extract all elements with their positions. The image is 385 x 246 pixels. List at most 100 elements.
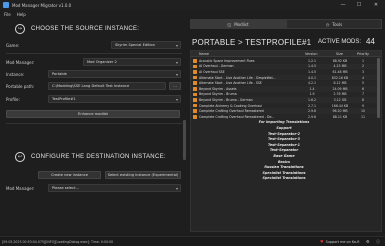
- mod-size: 6.12 MB: [333, 81, 347, 86]
- left-panel: ↪ CHOOSE THE SOURCE INSTANCE: Game: Skyr…: [3, 19, 183, 234]
- chevron-down-icon: ▾: [175, 43, 178, 48]
- dest-modmanager-label: Mod Manager:: [6, 185, 35, 191]
- info-icon[interactable]: ⓘ: [376, 239, 380, 245]
- tab-bar: ◱ Modlist ◷ Tools: [190, 19, 382, 29]
- profile-value: TestProfile#1: [52, 97, 76, 101]
- mod-version: 4.0.1: [307, 75, 317, 80]
- select-instance-label: Select existing instance (Experimental): [107, 173, 179, 177]
- dest-modmanager-placeholder: Please select...: [52, 186, 79, 190]
- menu-file[interactable]: File: [4, 12, 11, 17]
- create-instance-label: Create new instance: [51, 173, 88, 177]
- profile-select[interactable]: TestProfile#1 ▾: [48, 95, 181, 103]
- mod-enabled-checkbox[interactable]: [193, 103, 197, 108]
- mod-size: 88.92 KB: [332, 58, 348, 63]
- mod-version: 1.9: [309, 92, 315, 97]
- mod-priority: 1: [361, 58, 365, 63]
- minimize-button[interactable]: —: [337, 0, 349, 10]
- chevron-down-icon: ▾: [175, 186, 178, 191]
- game-select[interactable]: Skyrim Special Edition ▾: [111, 41, 181, 49]
- mod-enabled-checkbox[interactable]: [193, 59, 197, 63]
- right-panel: ◱ Modlist ◷ Tools PORTABLE > TESTPROFILE…: [190, 19, 382, 234]
- mod-enabled-checkbox[interactable]: [193, 92, 197, 97]
- select-instance-button[interactable]: Select existing instance (Experimental): [105, 171, 181, 179]
- mod-priority: 3: [361, 69, 365, 74]
- mod-size: 4.23 MB: [333, 64, 347, 69]
- mod-version: 2.7.1: [307, 103, 317, 108]
- mod-name: Beyond Skyrim - Bruma - German: [199, 97, 253, 102]
- gear-icon[interactable]: ⚙: [366, 239, 370, 244]
- mod-priority: 7: [361, 92, 365, 97]
- close-button[interactable]: ✕: [370, 0, 382, 10]
- mod-name: Complete Crafting Overhaul Remastered - …: [199, 114, 275, 119]
- mod-name: AI Overhaul SSE: [199, 69, 225, 74]
- left-scrollbar[interactable]: [183, 20, 186, 232]
- mod-version: 1.4.5: [307, 69, 317, 74]
- browse-button[interactable]: ...: [169, 82, 181, 90]
- create-instance-button[interactable]: Create new instance: [38, 171, 101, 179]
- separator-row[interactable]: Specialist Translations: [191, 176, 377, 182]
- active-mods-label: ACTIVE MODS:: [318, 39, 362, 45]
- tab-modlist[interactable]: ◱ Modlist: [190, 19, 286, 29]
- table-header: Name Version Size Priority: [191, 51, 381, 57]
- destination-title: CONFIGURE THE DESTINATION INSTANCE:: [31, 154, 166, 160]
- source-step-icon: ↪: [15, 24, 25, 34]
- modmanager-select[interactable]: Mod Organizer 2 ▾: [83, 58, 181, 66]
- chevron-down-icon: ▾: [175, 72, 178, 77]
- table-scrollbar[interactable]: [377, 58, 380, 230]
- mod-priority: 8: [361, 97, 365, 102]
- active-mods-count: 44: [366, 37, 375, 46]
- modmanager-label: Mod Manager:: [6, 59, 35, 65]
- mod-priority: 2: [361, 64, 365, 69]
- modmanager-value: Mod Organizer 2: [87, 60, 117, 64]
- table-scrollbar-thumb[interactable]: [377, 58, 380, 118]
- menu-bar: File Help: [0, 10, 385, 18]
- mod-enabled-checkbox[interactable]: [193, 87, 197, 91]
- window-title: Mod Manager Migrator v1.0.0: [12, 2, 72, 8]
- game-label: Game:: [6, 42, 20, 48]
- mod-version: 1.6.2: [307, 97, 317, 102]
- modlist-title: PORTABLE > TESTPROFILE#1: [192, 38, 312, 47]
- support-link[interactable]: ♥ Support me on Ko-fi: [320, 239, 359, 244]
- mod-name: Beyond Skyrim - Bruma: [199, 92, 237, 97]
- mod-priority: 6: [361, 86, 365, 91]
- source-title: CHOOSE THE SOURCE INSTANCE:: [31, 26, 140, 32]
- portable-path-value: C:\Modding\SSE Lang Default Test Instanc…: [52, 84, 130, 88]
- left-scrollbar-thumb[interactable]: [183, 120, 186, 160]
- mod-size: 166.44 KB: [331, 103, 349, 108]
- mod-version: 2.9.6: [307, 109, 317, 114]
- mod-name: Alternate Start - Live Another Life - Si…: [199, 75, 276, 80]
- modlist-table: Name Version Size Priority Acoustic Spac…: [190, 50, 382, 232]
- column-header-version[interactable]: Version: [305, 52, 317, 56]
- dest-modmanager-select[interactable]: Please select... ▾: [48, 184, 181, 192]
- heart-icon: ♥: [320, 239, 324, 244]
- mod-version: 4.2.1: [307, 81, 317, 86]
- mod-size: 96.20 MB: [332, 109, 348, 114]
- menu-help[interactable]: Help: [17, 12, 26, 17]
- mod-enabled-checkbox[interactable]: [193, 115, 197, 119]
- instance-select[interactable]: Portable ▾: [48, 70, 181, 78]
- mod-version: 1.4.5: [307, 64, 317, 69]
- tab-tools[interactable]: ◷ Tools: [286, 19, 382, 29]
- column-header-priority[interactable]: Priority: [357, 52, 369, 56]
- enhance-modlist-button[interactable]: Enhance modlist: [6, 110, 180, 118]
- status-log: [09.05.2023 00:53:04.075][INFO][LoadingD…: [2, 239, 114, 244]
- mod-enabled-checkbox[interactable]: [193, 109, 197, 113]
- mod-enabled-checkbox[interactable]: [193, 75, 197, 80]
- mod-enabled-checkbox[interactable]: [193, 81, 197, 85]
- mod-name: Beyond Skyrim - Assets: [199, 86, 237, 91]
- column-header-size[interactable]: Size: [336, 52, 343, 56]
- mod-size: 3.12 GB: [333, 97, 347, 102]
- mod-enabled-checkbox[interactable]: [193, 64, 197, 69]
- mod-enabled-checkbox[interactable]: [193, 70, 197, 74]
- column-header-name[interactable]: Name: [199, 52, 209, 56]
- mod-size: 24.09 MB: [332, 86, 348, 91]
- source-section-title: ↪ CHOOSE THE SOURCE INSTANCE:: [15, 24, 139, 34]
- portable-path-input[interactable]: C:\Modding\SSE Lang Default Test Instanc…: [48, 82, 166, 90]
- maximize-button[interactable]: ☐: [353, 0, 365, 10]
- mod-priority: 5: [361, 81, 365, 86]
- mod-enabled-checkbox[interactable]: [193, 98, 197, 102]
- mod-size: 88.11 KB: [332, 114, 348, 119]
- tab-tools-label: Tools: [332, 21, 343, 27]
- mod-size: 832.16 KB: [331, 75, 349, 80]
- support-label: Support me on Ko-fi: [325, 239, 360, 244]
